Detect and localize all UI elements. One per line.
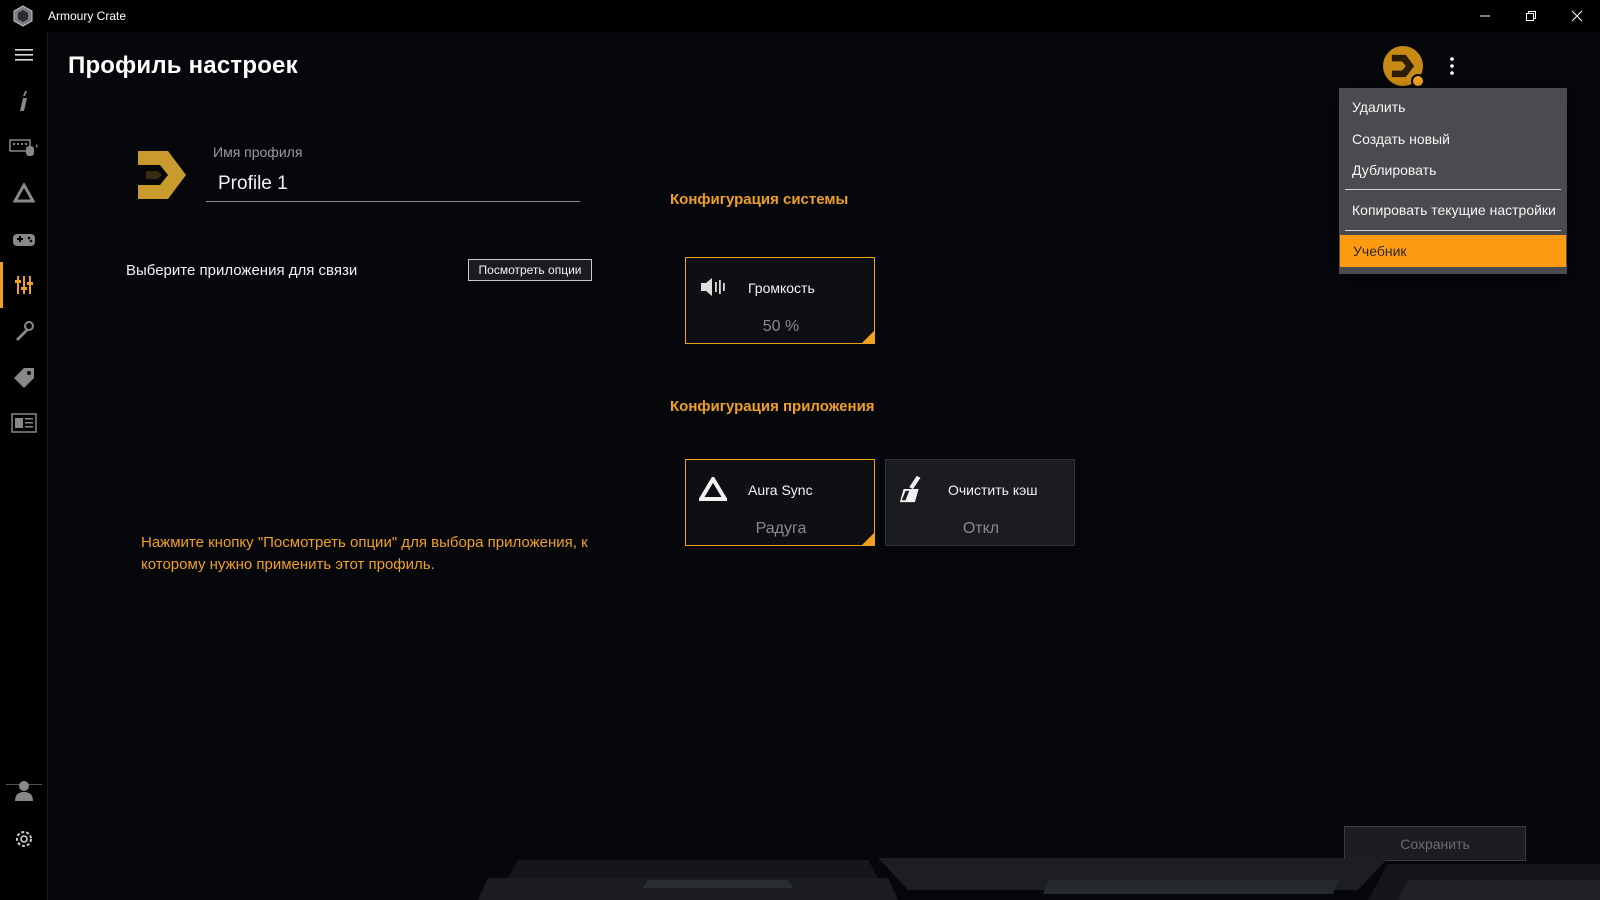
menu-item-copy-current-settings[interactable]: Копировать текущие настройки xyxy=(1339,194,1567,226)
clear-cache-value: Откл xyxy=(962,520,1000,537)
menu-separator xyxy=(1345,189,1561,190)
tools-icon xyxy=(16,321,34,341)
armoury-crate-logo-icon xyxy=(13,5,33,27)
hamburger-menu-icon xyxy=(15,49,33,61)
aura-sync-icon xyxy=(698,474,728,504)
sidebar-item-news[interactable] xyxy=(0,400,48,446)
app-config-title: Конфигурация приложения xyxy=(670,398,875,415)
aura-sync-label: Aura Sync xyxy=(748,482,813,498)
news-icon xyxy=(11,413,37,433)
restore-button[interactable] xyxy=(1508,0,1554,32)
clear-cache-label: Очистить кэш xyxy=(948,482,1038,498)
window-title: Armoury Crate xyxy=(48,9,127,23)
volume-tile[interactable]: Громкость 50 % xyxy=(685,257,875,344)
info-icon xyxy=(20,91,27,111)
menu-item-duplicate[interactable]: Дублировать xyxy=(1339,154,1567,186)
minimize-button[interactable] xyxy=(1462,0,1508,32)
hint-text: Нажмите кнопку "Посмотреть опции" для вы… xyxy=(141,534,588,573)
aura-sync-tile[interactable]: Aura Sync Радуга xyxy=(685,459,875,546)
volume-value: 50 % xyxy=(762,318,800,335)
more-options-button[interactable] xyxy=(1440,52,1464,80)
link-apps-label: Выберите приложения для связи xyxy=(126,262,358,279)
sidebar-item-devices[interactable] xyxy=(0,124,48,170)
sidebar-menu-toggle[interactable] xyxy=(0,32,48,78)
more-vertical-icon xyxy=(1450,57,1454,75)
clear-cache-tile[interactable]: Очистить кэш Откл xyxy=(885,459,1075,546)
profile-logo-icon xyxy=(138,151,186,199)
menu-item-delete[interactable]: Удалить xyxy=(1339,91,1567,123)
bottom-decoration xyxy=(478,858,1600,900)
menu-item-tutorial[interactable]: Учебник xyxy=(1340,235,1566,267)
profile-name-label: Имя профиля xyxy=(213,144,303,160)
sidebar xyxy=(0,32,48,900)
scenario-profiles-icon xyxy=(15,276,33,294)
clear-cache-icon xyxy=(898,474,928,504)
sidebar-item-user[interactable] xyxy=(0,768,48,814)
page-title: Профиль настроек xyxy=(68,52,298,79)
sidebar-item-gamevisual[interactable] xyxy=(0,216,48,262)
title-bar: Armoury Crate xyxy=(0,0,1600,32)
sidebar-item-home[interactable] xyxy=(0,78,48,124)
main-content: Профиль настроек Имя профиля Выберите пр… xyxy=(48,32,1600,900)
menu-item-create-new[interactable]: Создать новый xyxy=(1339,123,1567,155)
settings-gear-icon xyxy=(16,831,32,847)
profile-name-input[interactable] xyxy=(206,166,580,202)
tile-corner-mark xyxy=(861,532,875,546)
sidebar-item-aura[interactable] xyxy=(0,170,48,216)
deals-tag-icon xyxy=(14,368,34,388)
close-icon xyxy=(1571,10,1583,22)
profile-options-menu: Удалить Создать новый Дублировать Копиро… xyxy=(1339,88,1567,274)
aura-sync-icon xyxy=(13,183,35,203)
system-config-title: Конфигурация системы xyxy=(670,191,849,208)
sidebar-item-tools[interactable] xyxy=(0,308,48,354)
view-options-button[interactable]: Посмотреть опции xyxy=(468,259,592,281)
sidebar-item-deals[interactable] xyxy=(0,354,48,400)
aura-sync-value: Радуга xyxy=(755,520,807,537)
sidebar-item-settings[interactable] xyxy=(0,816,48,862)
volume-icon xyxy=(698,272,728,302)
avatar-badge xyxy=(1411,74,1425,88)
restore-icon xyxy=(1526,11,1536,21)
sidebar-item-scenario-profiles[interactable] xyxy=(0,262,48,308)
close-button[interactable] xyxy=(1554,0,1600,32)
gamevisual-icon xyxy=(13,234,35,246)
volume-label: Громкость xyxy=(748,280,815,296)
tile-corner-mark xyxy=(861,330,875,344)
menu-separator xyxy=(1345,230,1561,231)
window-controls xyxy=(1462,0,1600,32)
devices-icon xyxy=(9,139,38,156)
minimize-icon xyxy=(1480,15,1490,17)
user-icon xyxy=(15,781,33,801)
